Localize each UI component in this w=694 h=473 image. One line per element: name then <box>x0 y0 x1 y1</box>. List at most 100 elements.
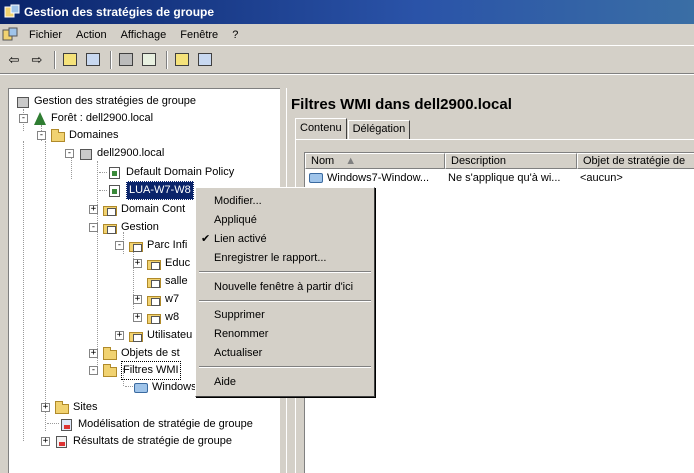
tree-item-w7[interactable]: + w7 <box>133 291 179 308</box>
ou-icon <box>128 328 144 344</box>
tree-line <box>99 172 107 173</box>
collapse-icon[interactable]: - <box>37 131 46 140</box>
refresh-icon[interactable] <box>139 50 159 70</box>
tree-item-utilisateurs[interactable]: + Utilisateu <box>115 327 192 344</box>
tree-item-forest[interactable]: - Forêt : dell2900.local <box>19 110 153 127</box>
tree-item-domain[interactable]: - dell2900.local <box>65 145 164 162</box>
modeling-icon <box>59 417 75 433</box>
tree-label: Domaines <box>69 129 119 141</box>
collapse-icon[interactable]: - <box>89 223 98 232</box>
menu-item-supprimer[interactable]: Supprimer <box>198 306 372 324</box>
domains-folder-icon <box>50 128 66 144</box>
column-header-description[interactable]: Description <box>445 153 577 169</box>
tree-item-parc[interactable]: - Parc Infi <box>115 237 187 254</box>
column-header-nom[interactable]: Nom ▲ <box>305 153 445 169</box>
page-title: Filtres WMI dans dell2900.local <box>291 96 512 113</box>
menu-action[interactable]: Action <box>69 25 114 45</box>
menu-item-nouvelle-fenetre[interactable]: Nouvelle fenêtre à partir d'ici <box>198 278 372 296</box>
tree-item-educ[interactable]: + Educ <box>133 255 190 272</box>
expand-icon[interactable]: + <box>133 313 142 322</box>
collapse-icon[interactable]: - <box>89 366 98 375</box>
tab-delegation[interactable]: Délégation <box>347 120 411 139</box>
menu-bar: Fichier Action Affichage Fenêtre ? <box>0 24 694 46</box>
tab-contenu[interactable]: Contenu <box>295 118 347 139</box>
menu-item-aide[interactable]: Aide <box>198 373 372 391</box>
tree-item-root[interactable]: Gestion des stratégies de groupe <box>15 93 196 110</box>
tree-item-modelisation[interactable]: Modélisation de stratégie de groupe <box>59 416 253 433</box>
menu-item-enregistrer-rapport[interactable]: Enregistrer le rapport... <box>198 249 372 267</box>
expand-icon[interactable]: + <box>41 437 50 446</box>
tree-line <box>99 190 107 191</box>
tree-label: Windows <box>152 381 197 393</box>
ou-icon <box>146 256 162 272</box>
table-row[interactable]: Windows7-Window... Ne s'applique qu'à wi… <box>305 170 694 186</box>
ou-icon <box>102 220 118 236</box>
tree-label: Objets de st <box>121 347 180 359</box>
menu-item-label: Actualiser <box>214 347 263 359</box>
menu-item-label: Renommer <box>214 328 269 340</box>
collapse-icon[interactable]: - <box>19 114 28 123</box>
menu-item-renommer[interactable]: Renommer <box>198 325 372 343</box>
expand-icon[interactable]: + <box>133 259 142 268</box>
menu-affichage[interactable]: Affichage <box>114 25 174 45</box>
gpmc-menu-icon[interactable] <box>2 27 18 43</box>
menu-item-label: Lien activé <box>214 233 267 245</box>
expand-icon[interactable]: + <box>89 205 98 214</box>
menu-separator <box>199 271 371 273</box>
back-icon[interactable]: ⇦ <box>4 50 24 70</box>
gpmc-icon <box>15 94 31 110</box>
show-hide-tree-icon[interactable] <box>83 50 103 70</box>
menu-item-label: Aide <box>214 376 237 388</box>
forward-icon[interactable]: ⇨ <box>27 50 47 70</box>
tree-item-gestion[interactable]: - Gestion <box>89 219 159 236</box>
tree-item-objets[interactable]: + Objets de st <box>89 345 180 362</box>
tree-item-lua-w7-w8[interactable]: LUA-W7-W8 <box>107 181 194 200</box>
delete-icon[interactable] <box>116 50 136 70</box>
tree-line <box>97 161 98 371</box>
menu-item-modifier[interactable]: Modifier... <box>198 192 372 210</box>
column-header-objet[interactable]: Objet de stratégie de <box>577 153 694 169</box>
menu-item-actualiser[interactable]: Actualiser <box>198 344 372 362</box>
tree-label: Modélisation de stratégie de groupe <box>78 418 253 430</box>
properties-icon[interactable] <box>195 50 215 70</box>
menu-item-label: Modifier... <box>214 195 262 207</box>
expand-icon[interactable]: + <box>41 403 50 412</box>
toolbar-separator <box>110 50 112 69</box>
gpo-link-icon <box>107 183 123 199</box>
tree-label: w8 <box>165 311 180 323</box>
up-folder-icon[interactable] <box>60 50 80 70</box>
tree-item-domaines[interactable]: - Domaines <box>37 127 119 144</box>
tree-item-resultats[interactable]: + Résultats de stratégie de groupe <box>41 433 232 450</box>
expand-icon[interactable]: + <box>133 295 142 304</box>
collapse-icon[interactable]: - <box>115 241 124 250</box>
menu-separator <box>199 366 371 368</box>
menu-help[interactable]: ? <box>225 25 245 45</box>
tree-label: w7 <box>165 293 180 305</box>
tree-item-filtres-wmi[interactable]: - Filtres WMI <box>89 361 181 380</box>
tree-item-domain-controllers[interactable]: + Domain Cont <box>89 201 185 218</box>
expand-icon[interactable]: + <box>115 331 124 340</box>
menu-fenetre[interactable]: Fenêtre <box>173 25 225 45</box>
tree-item-w8[interactable]: + w8 <box>133 309 179 326</box>
menu-item-applique[interactable]: Appliqué <box>198 211 372 229</box>
tree-item-windows[interactable]: Windows <box>133 379 197 396</box>
collapse-icon[interactable]: - <box>65 149 74 158</box>
menu-item-lien-active[interactable]: ✔ Lien activé <box>198 230 372 248</box>
menu-item-label: Supprimer <box>214 309 265 321</box>
tree-line <box>23 141 24 441</box>
menu-fichier[interactable]: Fichier <box>22 25 69 45</box>
forest-icon <box>32 111 48 127</box>
tab-strip: Contenu Délégation <box>295 118 411 140</box>
toolbar: ⇦ ⇨ <box>0 46 694 74</box>
help-icon[interactable] <box>172 50 192 70</box>
expand-icon[interactable]: + <box>89 349 98 358</box>
tree-item-salle[interactable]: salle <box>146 273 188 290</box>
tree-item-default-domain-policy[interactable]: Default Domain Policy <box>107 164 234 181</box>
ou-icon <box>128 238 144 254</box>
title-bar[interactable]: Gestion des stratégies de groupe <box>0 0 694 24</box>
sites-folder-icon <box>54 400 70 416</box>
list-header: Nom ▲ Description Objet de stratégie de <box>305 153 694 169</box>
tree-item-sites[interactable]: + Sites <box>41 399 97 416</box>
results-icon <box>54 434 70 450</box>
toolbar-separator <box>54 50 56 69</box>
